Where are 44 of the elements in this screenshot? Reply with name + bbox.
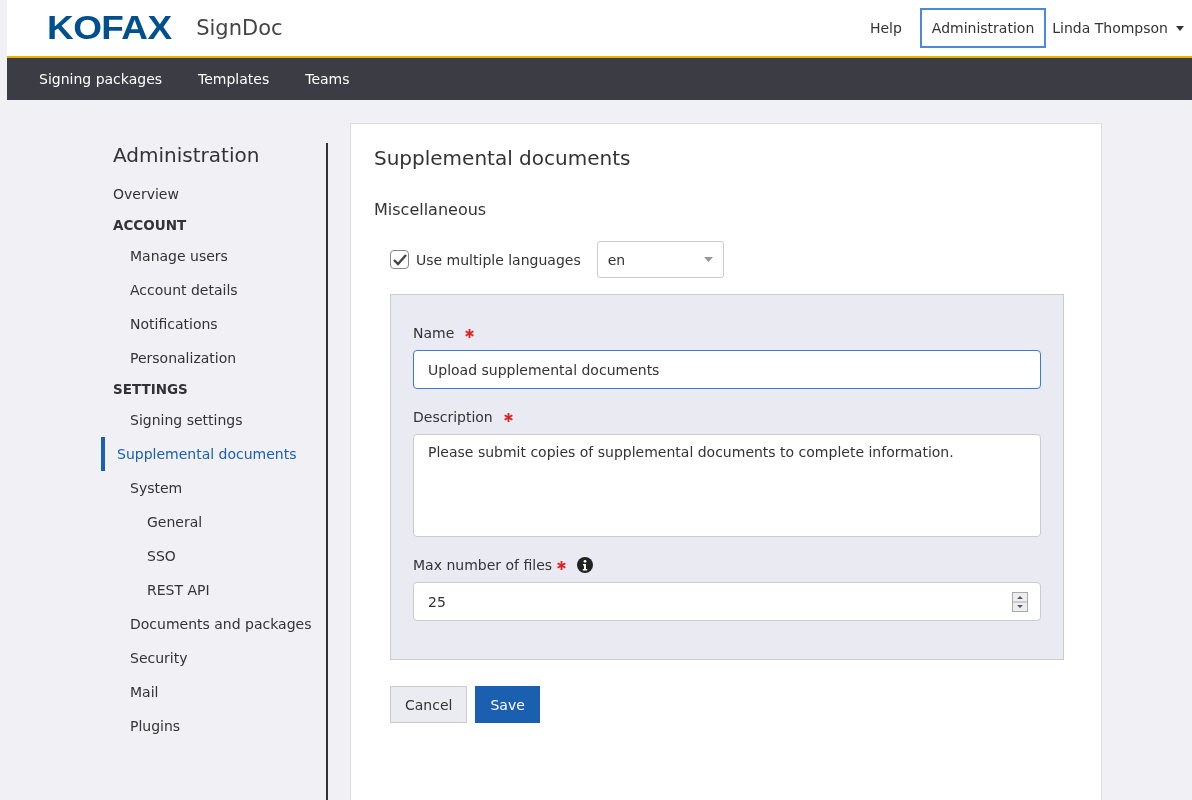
checkbox[interactable]: Use multiple languages — [390, 250, 581, 269]
name-field[interactable]: Upload supplemental documents — [413, 350, 1041, 389]
number-field[interactable]: 25 — [413, 582, 1041, 621]
nav-link[interactable]: Templates — [198, 71, 270, 87]
logo: KOFAX — [47, 9, 172, 47]
sidebar-item[interactable]: Plugins — [113, 709, 326, 743]
sidebar-item[interactable]: Personalization — [113, 341, 326, 375]
checkbox-label: Use multiple languages — [416, 251, 581, 268]
header-link[interactable]: Administration — [919, 8, 1047, 48]
caret-icon — [1176, 25, 1184, 31]
nav-link[interactable]: Signing packages — [39, 71, 163, 87]
section-heading: ACCOUNT — [113, 216, 188, 235]
sidebar-item[interactable]: SSO — [113, 539, 326, 573]
sidebar-item[interactable]: Overview — [113, 177, 326, 211]
sidebar-item[interactable]: Notifications — [113, 307, 326, 341]
sidebar-item[interactable]: Documents and packages — [113, 607, 326, 641]
cancel-button[interactable]: Cancel — [390, 686, 468, 723]
page-title: Supplemental documents — [374, 146, 632, 170]
sidebar-item[interactable]: System — [113, 471, 326, 505]
sidebar-item[interactable]: Security — [113, 641, 326, 675]
sidebar-item[interactable]: Supplemental documents — [101, 437, 326, 471]
caret-icon — [703, 257, 713, 262]
language-select[interactable]: en — [596, 241, 724, 278]
sidebar-item[interactable]: REST API — [113, 573, 326, 607]
user-menu[interactable]: Linda Thompson — [1052, 20, 1184, 36]
field-label: Max number of files — [413, 557, 553, 573]
product-name: SignDoc — [196, 16, 283, 40]
info-icon[interactable] — [577, 557, 594, 573]
description-field[interactable]: Please submit copies of supplemental documents to complete information. — [413, 434, 1041, 537]
field-label: Name — [413, 325, 455, 341]
save-button[interactable]: Save — [475, 686, 540, 723]
spinner-icon[interactable] — [1012, 591, 1028, 612]
section-heading: SETTINGS — [113, 380, 189, 399]
sidebar-title: Administration — [113, 143, 261, 167]
sidebar-item[interactable]: General — [113, 505, 326, 539]
sidebar-item[interactable]: Mail — [113, 675, 326, 709]
header-link[interactable]: Help — [857, 8, 914, 48]
sidebar-item[interactable]: Account details — [113, 273, 326, 307]
checkbox-box[interactable] — [390, 250, 409, 269]
section-title: Miscellaneous — [374, 200, 488, 219]
field-label: Description — [413, 409, 493, 425]
sidebar-item[interactable]: Signing settings — [113, 403, 326, 437]
sidebar-item[interactable]: Manage users — [113, 239, 326, 273]
nav-link[interactable]: Teams — [305, 71, 350, 87]
